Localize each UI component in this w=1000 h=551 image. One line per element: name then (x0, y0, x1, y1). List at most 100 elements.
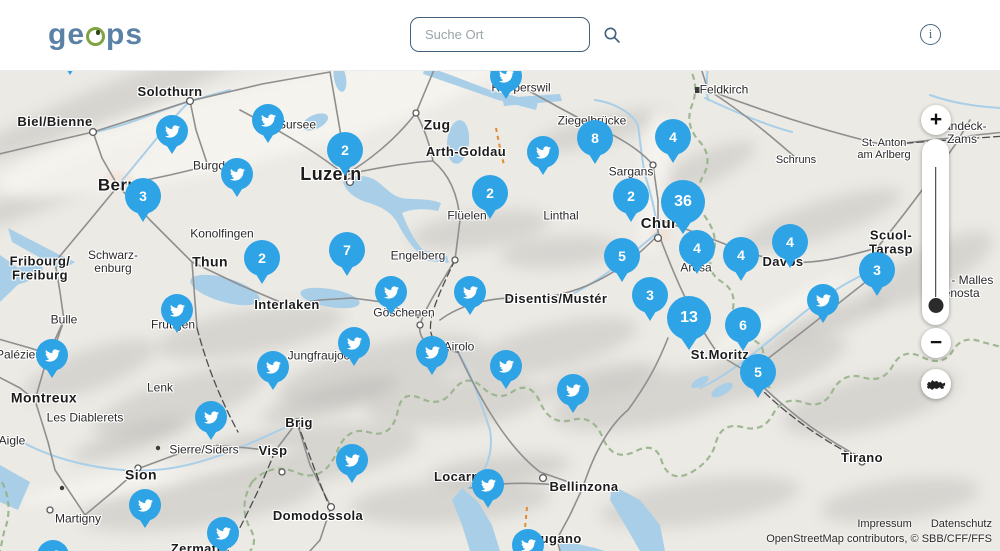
cluster-count: 8 (591, 130, 599, 146)
pin-circle (807, 284, 839, 316)
pin-circle (490, 70, 522, 92)
tweet-marker[interactable] (472, 469, 504, 501)
twitter-bird-icon (565, 383, 582, 398)
twitter-bird-icon (344, 453, 361, 468)
cluster-marker[interactable]: 13 (667, 296, 711, 340)
tweet-marker[interactable] (195, 401, 227, 433)
tweet-marker[interactable] (807, 284, 839, 316)
pin-circle: 6 (725, 307, 761, 343)
tweet-marker[interactable] (375, 276, 407, 308)
pin-circle (252, 104, 284, 136)
cluster-count: 3 (873, 262, 881, 278)
attribution-copyright[interactable]: OpenStreetMap contributors, © SBB/CFF/FF… (766, 533, 992, 545)
tweet-marker[interactable] (252, 104, 284, 136)
zoom-in-button[interactable]: + (921, 105, 951, 135)
switzerland-icon (926, 378, 946, 391)
cluster-marker[interactable]: 36 (661, 180, 705, 224)
twitter-bird-icon (383, 285, 400, 300)
cluster-marker[interactable]: 8 (577, 120, 613, 156)
cluster-marker[interactable]: 2 (613, 178, 649, 214)
twitter-bird-icon (203, 410, 220, 425)
tweet-marker[interactable] (490, 350, 522, 382)
tweet-marker[interactable] (490, 70, 522, 92)
cluster-marker[interactable]: 4 (679, 230, 715, 266)
cluster-marker[interactable]: 5 (604, 238, 640, 274)
pin-circle (257, 351, 289, 383)
zoom-slider[interactable] (922, 139, 949, 325)
cluster-count: 3 (646, 287, 654, 303)
tweet-marker[interactable] (156, 115, 188, 147)
tweet-marker[interactable] (416, 336, 448, 368)
pin-circle (336, 444, 368, 476)
twitter-bird-icon (498, 70, 515, 84)
pin-circle: 2 (472, 175, 508, 211)
pin-circle: 13 (667, 296, 711, 340)
cluster-count: 5 (618, 248, 626, 264)
pin-circle: 5 (604, 238, 640, 274)
cluster-marker[interactable]: 3 (125, 178, 161, 214)
cluster-marker[interactable]: 4 (723, 237, 759, 273)
zoom-slider-track-line (935, 167, 937, 297)
twitter-bird-icon (265, 360, 282, 375)
twitter-bird-icon (462, 285, 479, 300)
cluster-marker[interactable]: 2 (327, 132, 363, 168)
twitter-bird-icon (137, 498, 154, 513)
cluster-count: 2 (341, 142, 349, 158)
tweet-marker[interactable] (527, 136, 559, 168)
pin-circle (490, 350, 522, 382)
pin-circle: 4 (772, 224, 808, 260)
twitter-bird-icon (520, 538, 537, 551)
cluster-count: 2 (627, 188, 635, 204)
tweet-marker[interactable] (336, 444, 368, 476)
app-header: geps i (0, 0, 1000, 71)
zoom-out-button[interactable]: − (921, 328, 951, 358)
geops-logo[interactable]: geps (48, 18, 143, 52)
pin-circle (129, 489, 161, 521)
pin-circle: 3 (125, 178, 161, 214)
cluster-count: 6 (739, 317, 747, 333)
cluster-marker[interactable]: 2 (472, 175, 508, 211)
zoom-slider-handle[interactable] (928, 298, 943, 313)
tweet-marker[interactable] (161, 294, 193, 326)
pin-circle (375, 276, 407, 308)
pin-circle (454, 276, 486, 308)
cluster-count: 13 (680, 309, 698, 327)
tweet-marker[interactable] (221, 158, 253, 190)
pin-circle (416, 336, 448, 368)
pin-circle (557, 374, 589, 406)
cluster-marker[interactable]: 2 (244, 240, 280, 276)
tweet-marker[interactable] (557, 374, 589, 406)
cluster-count: 4 (693, 240, 701, 256)
search-input[interactable] (423, 26, 603, 43)
pin-circle: 3 (859, 252, 895, 288)
pin-circle: 4 (679, 230, 715, 266)
info-button[interactable]: i (920, 24, 941, 45)
cluster-marker[interactable]: 3 (632, 277, 668, 313)
map-canvas[interactable]: SolothurnBiel/BienneBernBurgdorfKonolfin… (0, 70, 1000, 551)
impressum-link[interactable]: Impressum (857, 518, 911, 530)
tweet-marker[interactable] (338, 327, 370, 359)
tweet-marker[interactable] (36, 339, 68, 371)
search-icon[interactable] (603, 26, 621, 44)
cluster-marker[interactable]: 5 (740, 354, 776, 390)
tweet-marker[interactable] (37, 540, 69, 551)
geops-tweetmap-app: SolothurnBiel/BienneBernBurgdorfKonolfin… (0, 0, 1000, 551)
twitter-bird-icon (480, 478, 497, 493)
pin-circle (472, 469, 504, 501)
cluster-marker[interactable]: 4 (772, 224, 808, 260)
pin-circle: 7 (329, 232, 365, 268)
cluster-count: 4 (786, 234, 794, 250)
cluster-marker[interactable]: 4 (655, 119, 691, 155)
twitter-bird-icon (424, 345, 441, 360)
cluster-marker[interactable]: 3 (859, 252, 895, 288)
cluster-marker[interactable]: 7 (329, 232, 365, 268)
tweet-marker[interactable] (454, 276, 486, 308)
switzerland-extent-button[interactable] (921, 369, 951, 399)
tweet-marker[interactable] (129, 489, 161, 521)
cluster-marker[interactable]: 6 (725, 307, 761, 343)
tweet-marker[interactable] (512, 529, 544, 551)
cluster-count: 4 (669, 129, 677, 145)
tweet-marker[interactable] (207, 517, 239, 549)
tweet-marker[interactable] (257, 351, 289, 383)
datenschutz-link[interactable]: Datenschutz (931, 518, 992, 530)
